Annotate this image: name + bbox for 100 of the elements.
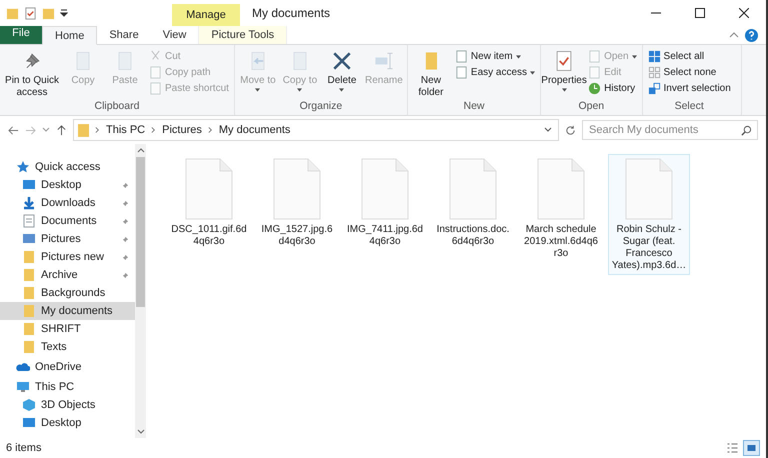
nav-item[interactable]: Desktop xyxy=(0,176,135,194)
document-icon xyxy=(454,50,468,63)
folder-icon xyxy=(22,322,36,336)
ribbon-tab[interactable]: Home xyxy=(42,26,98,45)
document-icon xyxy=(149,66,162,79)
nav-item[interactable]: 3D Objects xyxy=(0,396,135,414)
caret-icon xyxy=(516,54,521,58)
document-icon xyxy=(588,66,602,79)
nav-item[interactable]: Documents xyxy=(0,212,135,230)
ribbon-tab[interactable]: Picture Tools xyxy=(198,26,288,44)
picture-folder-icon xyxy=(22,232,36,246)
file-item[interactable]: Robin Schulz - Sugar (feat. Francesco Yates).mp3.6d… xyxy=(608,154,690,275)
folder-icon xyxy=(22,340,36,354)
caret-icon[interactable] xyxy=(544,127,552,133)
maximize-icon[interactable] xyxy=(695,8,705,18)
nav-item[interactable]: Archive xyxy=(0,266,135,284)
cloud-icon xyxy=(16,360,30,374)
nav-item[interactable]: SHRIFT xyxy=(0,320,135,338)
caret-icon xyxy=(562,88,567,92)
cube-icon xyxy=(22,398,36,412)
search-icon[interactable] xyxy=(741,125,752,136)
file-item[interactable]: March schedule 2019.xtml.6d4q6r3o xyxy=(520,154,602,263)
nav-item[interactable]: OneDrive xyxy=(0,358,135,376)
nav-item[interactable]: Backgrounds xyxy=(0,284,135,302)
pin-icon xyxy=(122,200,129,206)
search-field[interactable]: Search My documents xyxy=(582,120,758,140)
blank-file-icon xyxy=(273,158,321,220)
nav-item[interactable]: My documents xyxy=(0,302,135,320)
scroll-down-icon[interactable] xyxy=(136,429,144,435)
squares-icon xyxy=(648,82,661,95)
file-item[interactable]: IMG_7411.jpg.6d4q6r3o xyxy=(344,154,426,251)
ribbon-tab[interactable]: View xyxy=(150,26,198,44)
grid-icon xyxy=(648,66,661,79)
address-bar[interactable]: This PC Pictures My documents xyxy=(73,119,559,141)
ribbon-button[interactable]: Pin to Quick access xyxy=(3,47,61,99)
chevron-icon[interactable] xyxy=(95,126,100,134)
caret-icon xyxy=(255,88,260,92)
back-icon[interactable] xyxy=(8,124,19,136)
caret-icon xyxy=(297,88,302,92)
scrollbar[interactable] xyxy=(135,144,146,438)
pin-icon xyxy=(122,272,129,278)
pin-icon xyxy=(122,254,129,260)
ribbon-button[interactable]: Easy access xyxy=(452,65,538,80)
ribbon-tab[interactable]: Share xyxy=(97,26,151,44)
recent-caret-icon[interactable] xyxy=(42,127,50,133)
ribbon-button[interactable]: New item xyxy=(452,49,538,64)
group-label: Organize xyxy=(298,100,344,114)
pin-icon xyxy=(122,182,129,188)
pin-icon xyxy=(122,218,129,224)
chevron-icon[interactable] xyxy=(151,126,156,134)
scroll-up-icon[interactable] xyxy=(136,147,144,153)
caret-icon xyxy=(339,88,344,92)
ribbon-button[interactable]: Delete xyxy=(322,47,362,92)
ribbon-button[interactable]: Select none xyxy=(646,65,733,80)
file-item[interactable]: DSC_1011.gif.6d4q6r3o xyxy=(168,154,250,251)
nav-item[interactable]: Quick access xyxy=(0,158,135,176)
ribbon-button[interactable]: History xyxy=(586,81,639,96)
nav-item[interactable]: Pictures new xyxy=(0,248,135,266)
window-title: My documents xyxy=(251,5,330,22)
file-item[interactable]: Instructions.doc.6d4q6r3o xyxy=(432,154,514,251)
scroll-thumb[interactable] xyxy=(136,157,145,307)
folder-icon xyxy=(22,304,36,318)
clock-icon xyxy=(588,82,602,95)
document-icon xyxy=(454,66,468,79)
file-tab[interactable]: File xyxy=(0,26,42,44)
monitor-icon xyxy=(22,178,36,192)
refresh-icon[interactable] xyxy=(565,124,576,136)
nav-item[interactable]: This PC xyxy=(0,378,135,396)
breadcrumb[interactable]: My documents xyxy=(218,124,290,136)
grid-icon xyxy=(648,50,661,63)
up-icon[interactable] xyxy=(56,124,67,136)
large-icons-view-button[interactable] xyxy=(743,440,760,456)
star-icon xyxy=(16,160,30,174)
ribbon-button[interactable]: Invert selection xyxy=(646,81,733,96)
ribbon-button[interactable]: Select all xyxy=(646,49,733,64)
blank-file-icon xyxy=(537,158,585,220)
close-icon[interactable] xyxy=(739,8,749,18)
document-icon xyxy=(588,50,602,63)
monitor-icon xyxy=(16,380,30,394)
ribbon-button[interactable]: New folder xyxy=(410,47,451,99)
nav-item[interactable]: Texts xyxy=(0,338,135,356)
chevron-icon[interactable] xyxy=(208,126,213,134)
ribbon-button[interactable]: Properties xyxy=(544,47,584,92)
image-icon xyxy=(745,442,758,454)
breadcrumb[interactable]: Pictures xyxy=(162,124,202,136)
breadcrumb[interactable]: This PC xyxy=(106,124,146,136)
nav-item[interactable]: Desktop xyxy=(0,414,135,432)
group-label: Open xyxy=(577,100,606,114)
folder-icon xyxy=(22,286,36,300)
context-tab-label: Manage xyxy=(172,4,240,26)
properties-icon[interactable] xyxy=(24,6,37,20)
customize-caret-icon[interactable] xyxy=(60,8,68,18)
collapse-ribbon-icon[interactable] xyxy=(729,32,739,38)
file-item[interactable]: IMG_1527.jpg.6d4q6r3o xyxy=(256,154,338,251)
group-label: New xyxy=(462,100,486,114)
help-icon[interactable] xyxy=(745,28,758,42)
nav-item[interactable]: Downloads xyxy=(0,194,135,212)
blank-file-icon xyxy=(185,158,233,220)
folder-icon xyxy=(78,124,89,136)
nav-item[interactable]: Pictures xyxy=(0,230,135,248)
